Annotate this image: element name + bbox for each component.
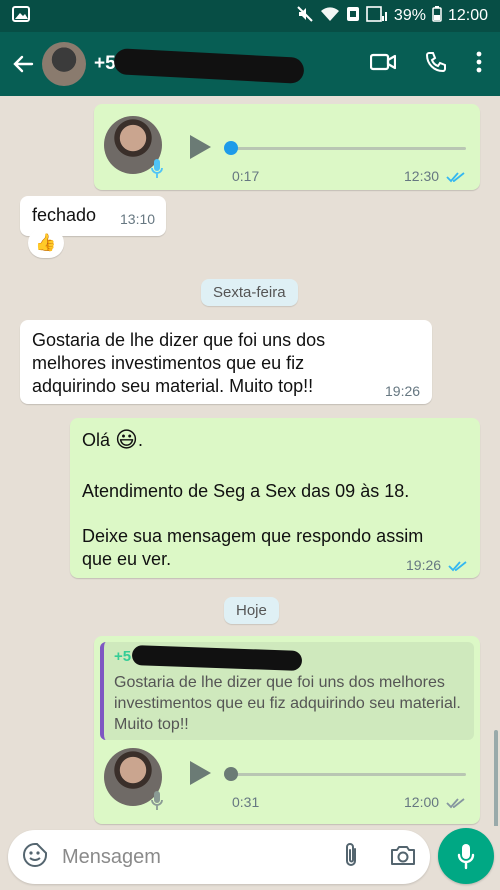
- microphone-icon: [151, 159, 163, 178]
- message-time: 12:30: [404, 168, 440, 184]
- message-input[interactable]: Mensagem: [62, 846, 342, 869]
- gallery-notification-icon: [12, 5, 30, 27]
- chat-scrollbar[interactable]: [494, 730, 498, 826]
- message-incoming[interactable]: Gostaria de lhe dizer que foi uns dos me…: [20, 320, 432, 404]
- message-composer[interactable]: Mensagem: [8, 830, 430, 884]
- data-saver-icon: [346, 6, 360, 27]
- microphone-icon: [457, 844, 475, 870]
- signal-icon: [366, 5, 388, 27]
- voice-message-outgoing[interactable]: 0:17 12:30: [94, 104, 480, 190]
- contact-avatar[interactable]: [42, 42, 86, 86]
- chat-area[interactable]: 0:17 12:30 fechado 13:10 👍 Sexta-feira G…: [0, 96, 500, 826]
- message-punctuation: .: [137, 430, 143, 450]
- sticker-emoji-icon: [23, 842, 47, 867]
- message-text-line: Deixe sua mensagem que respondo assim: [82, 526, 424, 546]
- thumbs-up-icon: 👍: [35, 233, 57, 252]
- video-call-button[interactable]: [369, 52, 397, 77]
- date-separator: Hoje: [224, 597, 279, 624]
- redaction-scribble: [131, 645, 303, 671]
- contact-name[interactable]: +55 1: [94, 48, 305, 84]
- audio-progress-track[interactable]: [230, 773, 466, 776]
- audio-progress-track[interactable]: [230, 147, 466, 150]
- status-bar: 39% 12:00: [0, 0, 500, 32]
- message-text-line: melhores investimentos que eu fiz: [32, 353, 305, 373]
- video-camera-icon: [369, 53, 397, 70]
- date-separator: Sexta-feira: [201, 279, 298, 306]
- reaction-badge[interactable]: 👍: [28, 228, 64, 258]
- quoted-message[interactable]: +5 Gostaria de lhe dizer que foi uns dos…: [100, 642, 474, 740]
- message-time: 13:10: [120, 211, 156, 227]
- play-icon: [190, 761, 211, 785]
- voice-call-button[interactable]: [424, 50, 448, 79]
- message-text-line: adquirindo seu material. Muito top!!: [32, 376, 314, 396]
- paperclip-icon: [346, 842, 356, 866]
- double-check-read-icon: [446, 172, 465, 183]
- message-text-line: Gostaria de lhe dizer que foi uns dos: [32, 330, 326, 350]
- message-text: Atendimento de Seg a Sex das 09 às 18.: [82, 481, 410, 501]
- quoted-text: Gostaria de lhe dizer que foi uns dos me…: [114, 674, 461, 733]
- attach-button[interactable]: [342, 841, 360, 874]
- redaction-scribble: [113, 48, 305, 84]
- camera-icon: [391, 845, 415, 865]
- battery-percent: 39%: [393, 7, 426, 24]
- play-button[interactable]: [188, 760, 212, 791]
- audio-progress-knob[interactable]: [224, 141, 238, 155]
- message-time: 19:26: [406, 557, 442, 573]
- clock: 12:00: [447, 7, 488, 24]
- audio-duration: 0:31: [232, 794, 260, 810]
- double-check-read-icon: [448, 561, 467, 572]
- microphone-icon: [151, 791, 163, 810]
- message-time: 19:26: [385, 383, 421, 399]
- play-button[interactable]: [188, 134, 212, 165]
- more-options-button[interactable]: [476, 51, 482, 78]
- play-icon: [190, 135, 211, 159]
- back-button[interactable]: [10, 51, 36, 77]
- phone-icon: [425, 51, 446, 72]
- message-text-line: que eu ver.: [82, 549, 172, 569]
- emoji-sticker-button[interactable]: [22, 842, 48, 873]
- more-vertical-icon: [476, 51, 482, 72]
- voice-message-reply-outgoing[interactable]: +5 Gostaria de lhe dizer que foi uns dos…: [94, 636, 480, 824]
- audio-progress-knob[interactable]: [224, 767, 238, 781]
- mute-icon: [296, 5, 314, 28]
- quoted-sender: +5: [114, 648, 132, 665]
- double-check-delivered-icon: [446, 798, 465, 809]
- message-text: Olá: [82, 430, 111, 450]
- audio-duration: 0:17: [232, 168, 260, 184]
- chat-header: +55 1: [0, 32, 500, 96]
- wifi-icon: [320, 6, 340, 27]
- message-text: fechado: [32, 205, 97, 225]
- message-outgoing[interactable]: Olá 😃 . Atendimento de Seg a Sex das 09 …: [70, 418, 480, 578]
- camera-button[interactable]: [390, 844, 416, 871]
- smiley-emoji-icon: 😃: [115, 427, 138, 452]
- message-time: 12:00: [404, 794, 440, 810]
- arrow-left-icon: [13, 55, 34, 73]
- record-voice-button[interactable]: [438, 828, 494, 884]
- battery-icon: [432, 5, 442, 27]
